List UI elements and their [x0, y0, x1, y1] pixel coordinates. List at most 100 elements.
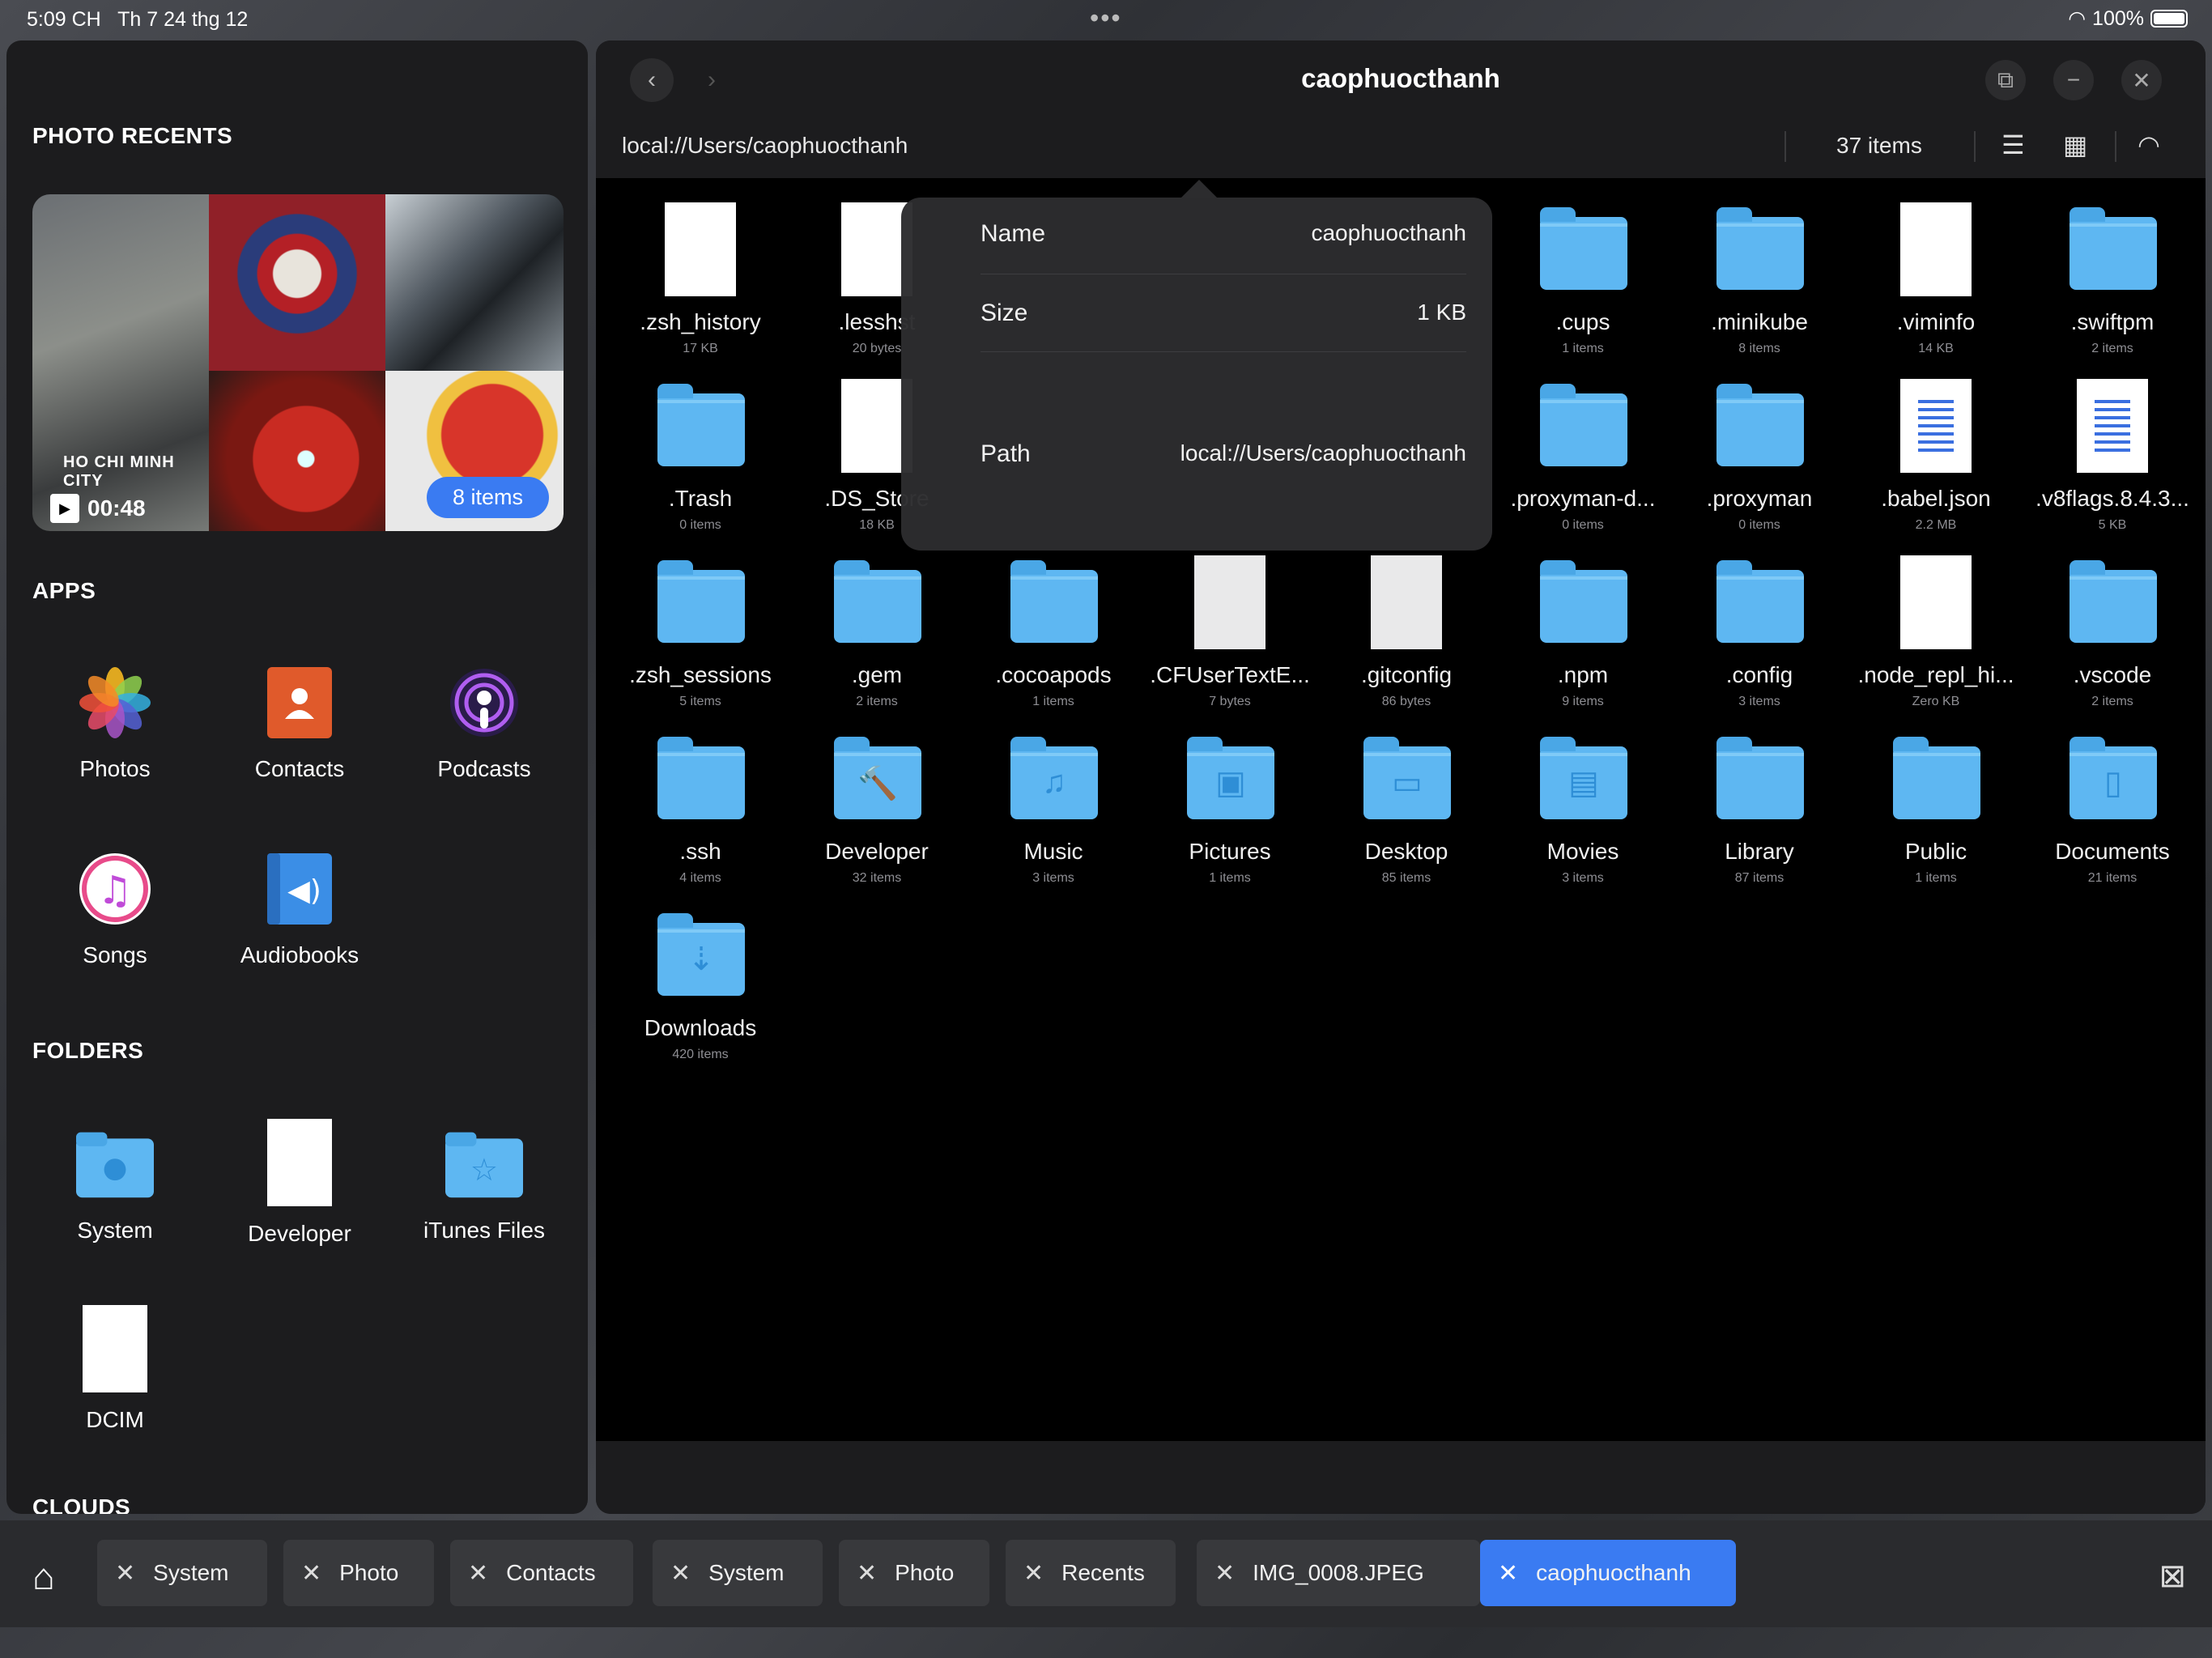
- folder-item[interactable]: .cocoapods 1 items: [965, 555, 1142, 709]
- grid-view-button[interactable]: ▦: [2063, 130, 2087, 160]
- tab-label: IMG_0008.JPEG: [1253, 1560, 1424, 1585]
- folder-label: System: [77, 1218, 153, 1243]
- file-item[interactable]: .viminfo 14 KB: [1848, 202, 2024, 356]
- info-name-label: Name: [981, 220, 1046, 247]
- file-item[interactable]: .babel.json 2.2 MB: [1848, 379, 2024, 533]
- folder-item[interactable]: .proxyman-d... 0 items: [1495, 379, 1671, 533]
- app-audiobooks[interactable]: ◀) Audiobooks: [211, 850, 389, 968]
- item-count: 37 items: [1836, 133, 1922, 158]
- file-name: Desktop: [1364, 839, 1448, 864]
- close-tab-icon[interactable]: ✕: [468, 1559, 488, 1588]
- close-tab-icon[interactable]: ✕: [301, 1559, 321, 1588]
- window-titlebar: ‹ › caophuocthanh ⧉ − ✕ local://Users/ca…: [596, 40, 2206, 162]
- sidebar-folder-dcim[interactable]: DCIM: [26, 1305, 204, 1433]
- folder-item[interactable]: .config 3 items: [1671, 555, 1848, 709]
- folder-item[interactable]: .minikube 8 items: [1671, 202, 1848, 356]
- divider: [981, 351, 1466, 352]
- folder-item[interactable]: 🔨 Developer 32 items: [789, 732, 965, 886]
- file-item[interactable]: .gitconfig 86 bytes: [1318, 555, 1495, 709]
- folder-item[interactable]: .cups 1 items: [1495, 202, 1671, 356]
- file-name: Downloads: [644, 1015, 757, 1040]
- contacts-icon: [261, 664, 338, 742]
- tab-label: caophuocthanh: [1536, 1560, 1691, 1585]
- multitasking-dots[interactable]: •••: [1090, 3, 1122, 33]
- folder-item[interactable]: .zsh_sessions 5 items: [612, 555, 789, 709]
- folder-item[interactable]: .gem 2 items: [789, 555, 965, 709]
- photo-recents-grid[interactable]: HO CHI MINH CITY ▶ 00:48 8 items: [32, 194, 564, 531]
- home-button[interactable]: ⌂: [32, 1554, 55, 1598]
- folder-item[interactable]: Public 1 items: [1848, 732, 2024, 886]
- close-tab-icon[interactable]: ✕: [1498, 1559, 1518, 1588]
- file-name: .config: [1725, 662, 1793, 687]
- file-item[interactable]: .node_repl_hi... Zero KB: [1848, 555, 2024, 709]
- tab[interactable]: ✕ Photo: [283, 1540, 434, 1606]
- file-item[interactable]: .v8flags.8.4.3... 5 KB: [2024, 379, 2201, 533]
- file-item[interactable]: .zsh_history 17 KB: [612, 202, 789, 356]
- recents-count-pill[interactable]: 8 items: [426, 477, 549, 518]
- folder-item[interactable]: .Trash 0 items: [612, 379, 789, 533]
- folder-shape: 🔨: [834, 737, 921, 819]
- info-name-value: caophuocthanh: [1311, 220, 1466, 245]
- folder-icon: [1540, 379, 1627, 474]
- sidebar-folder-itunes-files[interactable]: ☆ iTunes Files: [395, 1125, 573, 1244]
- recent-photo[interactable]: [209, 371, 385, 531]
- recent-photo[interactable]: [209, 194, 385, 371]
- folder-item[interactable]: .vscode 2 items: [2024, 555, 2201, 709]
- close-tab-icon[interactable]: ✕: [1214, 1559, 1235, 1588]
- file-meta: 1 items: [1209, 871, 1251, 885]
- recent-photo[interactable]: [385, 194, 564, 371]
- file-name: .proxyman-d...: [1510, 486, 1656, 511]
- file-item[interactable]: .CFUserTextE... 7 bytes: [1142, 555, 1318, 709]
- wifi-share-button[interactable]: ◠: [2138, 130, 2160, 160]
- folder-item[interactable]: .proxyman 0 items: [1671, 379, 1848, 533]
- star-folder-icon: ☆: [445, 1125, 523, 1203]
- recent-photo-video[interactable]: HO CHI MINH CITY ▶ 00:48: [32, 194, 209, 531]
- folder-item[interactable]: ♫ Music 3 items: [965, 732, 1142, 886]
- file-meta: 0 items: [1562, 518, 1604, 532]
- app-podcasts[interactable]: Podcasts: [395, 664, 573, 782]
- sidebar-folder-system[interactable]: System: [26, 1125, 204, 1244]
- text-line: [1918, 416, 1954, 419]
- document-page: [1371, 555, 1442, 649]
- folder-item[interactable]: ⇣ Downloads 420 items: [612, 908, 789, 1062]
- tab[interactable]: ✕ IMG_0008.JPEG: [1197, 1540, 1480, 1606]
- file-meta: 2 items: [2091, 695, 2133, 708]
- folder-shape: [1893, 737, 1980, 819]
- app-label: Songs: [83, 942, 147, 967]
- folder-icon: [1716, 732, 1804, 827]
- folder-item[interactable]: .ssh 4 items: [612, 732, 789, 886]
- folder-item[interactable]: ▤ Movies 3 items: [1495, 732, 1671, 886]
- close-tab-icon[interactable]: ✕: [857, 1559, 877, 1588]
- minimize-button[interactable]: −: [2053, 60, 2094, 100]
- app-songs[interactable]: ♫ Songs: [26, 850, 204, 968]
- close-window-button[interactable]: ✕: [2121, 60, 2162, 100]
- clouds-title: CLOUDS: [32, 1494, 131, 1514]
- close-all-tabs-button[interactable]: ⊠: [2159, 1558, 2186, 1595]
- file-name: .cocoapods: [995, 662, 1112, 687]
- close-tab-icon[interactable]: ✕: [1023, 1559, 1044, 1588]
- tab[interactable]: ✕ Recents: [1006, 1540, 1176, 1606]
- tab[interactable]: ✕ Photo: [839, 1540, 989, 1606]
- window-tile-button[interactable]: ⧉: [1985, 60, 2026, 100]
- app-photos[interactable]: Photos: [26, 664, 204, 782]
- app-contacts[interactable]: Contacts: [211, 664, 389, 782]
- folder-item[interactable]: ▯ Documents 21 items: [2024, 732, 2201, 886]
- folder-item[interactable]: ▣ Pictures 1 items: [1142, 732, 1318, 886]
- folder-item[interactable]: .swiftpm 2 items: [2024, 202, 2201, 356]
- tab-active[interactable]: ✕ caophuocthanh: [1480, 1540, 1736, 1606]
- tab[interactable]: ✕ Contacts: [450, 1540, 633, 1606]
- file-meta: 8 items: [1738, 342, 1780, 355]
- tab[interactable]: ✕ System: [97, 1540, 267, 1606]
- close-tab-icon[interactable]: ✕: [115, 1559, 135, 1588]
- close-tab-icon[interactable]: ✕: [670, 1559, 691, 1588]
- recent-photo[interactable]: 8 items: [385, 371, 564, 531]
- folder-item[interactable]: Library 87 items: [1671, 732, 1848, 886]
- tab-label: System: [153, 1560, 229, 1585]
- sort-button[interactable]: ☰: [2001, 130, 2025, 160]
- path-bar[interactable]: local://Users/caophuocthanh: [622, 133, 908, 159]
- folder-item[interactable]: .npm 9 items: [1495, 555, 1671, 709]
- file-meta: 3 items: [1738, 695, 1780, 708]
- sidebar-folder-developer[interactable]: Developer: [211, 1119, 389, 1247]
- tab[interactable]: ✕ System: [653, 1540, 823, 1606]
- folder-item[interactable]: ▭ Desktop 85 items: [1318, 732, 1495, 886]
